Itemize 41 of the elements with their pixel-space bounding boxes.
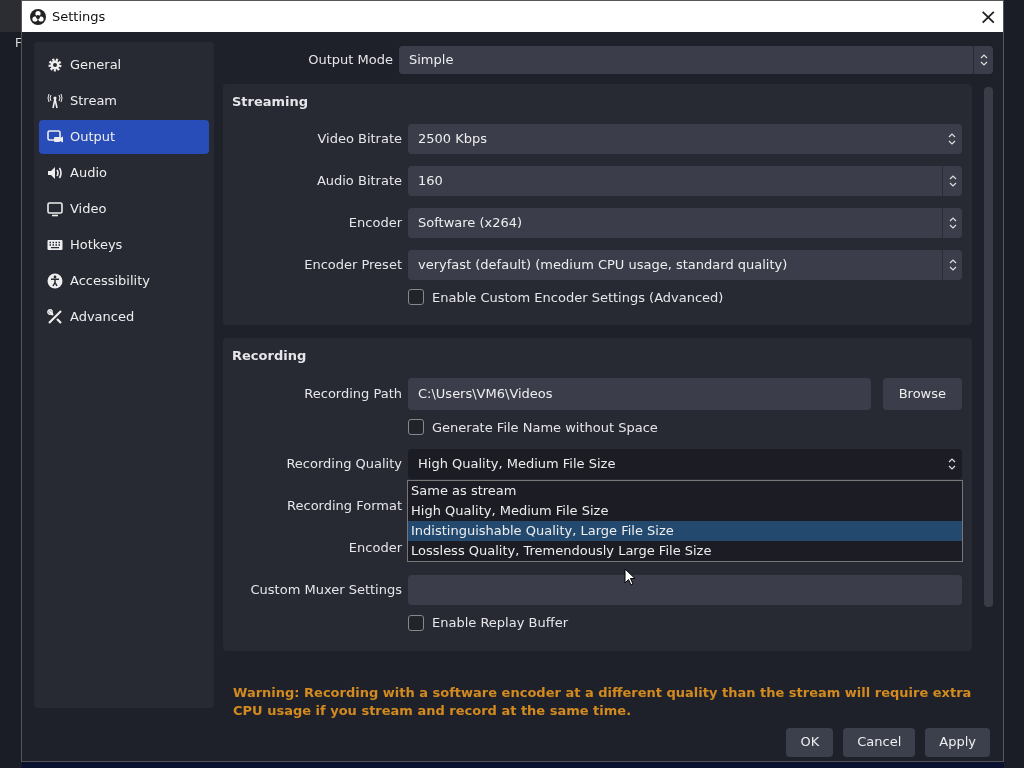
checkbox-label: Enable Custom Encoder Settings (Advanced): [432, 288, 724, 307]
dropdown-option[interactable]: High Quality, Medium File Size: [408, 501, 962, 521]
dialog-button[interactable]: Cancel: [843, 727, 916, 757]
field-label: Video Bitrate: [316, 129, 402, 148]
field-label: Recording Format: [286, 497, 402, 516]
checkbox-label: Generate File Name without Space: [432, 418, 658, 437]
sidebar-item[interactable]: Output: [39, 120, 209, 154]
sidebar-item[interactable]: Stream: [39, 84, 209, 118]
field-label: Recording Path: [303, 384, 402, 403]
select-field[interactable]: veryfast (default) (medium CPU usage, standard quality): [408, 249, 962, 280]
section-title: Streaming: [232, 93, 310, 111]
sidebar-item[interactable]: Audio: [39, 156, 209, 190]
browse-button[interactable]: Browse: [882, 377, 962, 410]
dialog-button[interactable]: Apply: [925, 727, 990, 757]
sidebar-item[interactable]: General: [39, 48, 209, 82]
dialog-button[interactable]: OK: [786, 727, 834, 757]
checkbox-label: Enable Replay Buffer: [432, 614, 568, 632]
field-label: Encoder: [347, 213, 402, 232]
sidebar-item[interactable]: Accessibility: [39, 264, 209, 298]
sidebar-item[interactable]: Hotkeys: [39, 228, 209, 262]
select-field[interactable]: Simple: [399, 46, 993, 74]
dropdown-option[interactable]: Indistinguishable Quality, Large File Size: [408, 521, 962, 541]
field-label: Custom Muxer Settings: [249, 581, 402, 600]
menu-item[interactable]: F: [15, 34, 22, 52]
field-label: Encoder Preset: [303, 255, 402, 274]
select-field[interactable]: Software (x264): [408, 207, 962, 238]
field-label: Output Mode: [307, 51, 393, 70]
path-field[interactable]: C:\Users\VM6\Videos: [408, 377, 871, 410]
dropdown-option[interactable]: Lossless Quality, Tremendously Large File Size: [408, 541, 962, 561]
section-title: Recording: [232, 347, 308, 365]
window-title: Settings: [52, 7, 106, 26]
select-field[interactable]: 160: [408, 165, 962, 196]
field-label: Encoder: [347, 539, 402, 558]
spin-field[interactable]: 2500 Kbps: [408, 123, 962, 154]
warning-text: Warning: Recording with a software encoder at a different quality than the stream will require extra CPU usage if you stream and record at the same time.: [232, 683, 973, 720]
field-label: Audio Bitrate: [315, 171, 402, 190]
sidebar-item[interactable]: Video: [39, 192, 209, 226]
sidebar-item[interactable]: Advanced: [39, 300, 209, 334]
field-label: Recording Quality: [285, 455, 402, 474]
dropdown-option[interactable]: Same as stream: [408, 481, 962, 501]
close-button[interactable]: ×: [973, 1, 1003, 32]
